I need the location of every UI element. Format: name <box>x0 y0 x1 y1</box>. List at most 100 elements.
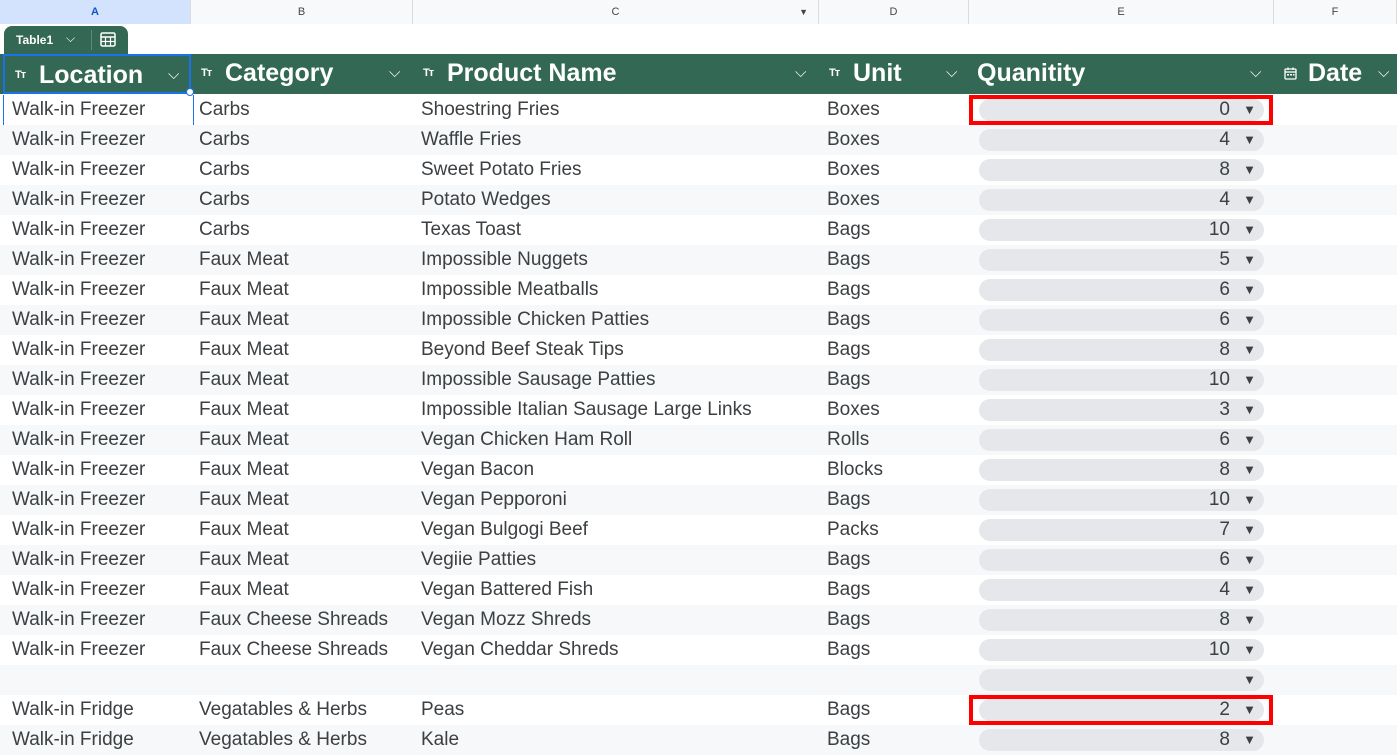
unit-cell[interactable]: Bags <box>827 695 967 725</box>
unit-cell[interactable]: Boxes <box>827 95 967 125</box>
category-cell[interactable]: Carbs <box>199 185 411 215</box>
quantity-dropdown[interactable]: 6 ▼ <box>979 549 1264 571</box>
date-cell[interactable] <box>1282 485 1394 515</box>
location-cell[interactable]: Walk-in Freezer <box>12 455 188 485</box>
quantity-dropdown[interactable]: 6 ▼ <box>979 429 1264 451</box>
date-cell[interactable] <box>1282 155 1394 185</box>
unit-cell[interactable]: Boxes <box>827 395 967 425</box>
quantity-dropdown[interactable]: 4 ▼ <box>979 129 1264 151</box>
quantity-dropdown[interactable]: 8 ▼ <box>979 729 1264 751</box>
date-cell[interactable] <box>1282 575 1394 605</box>
date-cell[interactable] <box>1282 725 1394 755</box>
product-cell[interactable]: Vegiie Patties <box>421 545 817 575</box>
category-cell[interactable]: Faux Meat <box>199 305 411 335</box>
location-cell[interactable]: Walk-in Freezer <box>12 245 188 275</box>
date-cell[interactable] <box>1282 545 1394 575</box>
unit-cell[interactable]: Bags <box>827 275 967 305</box>
quantity-dropdown[interactable]: 8 ▼ <box>979 459 1264 481</box>
table-tab[interactable]: Table1 ⌵ <box>4 26 128 54</box>
category-cell[interactable]: Carbs <box>199 215 411 245</box>
dropdown-arrow-icon[interactable]: ▼ <box>1243 521 1256 539</box>
location-cell[interactable]: Walk-in Freezer <box>12 635 188 665</box>
chevron-down-icon[interactable]: ⌵ <box>168 66 179 83</box>
quantity-dropdown[interactable]: 5 ▼ <box>979 249 1264 271</box>
chevron-down-icon[interactable]: ⌵ <box>946 64 957 81</box>
unit-cell[interactable]: Boxes <box>827 155 967 185</box>
dropdown-arrow-icon[interactable]: ▼ <box>1243 671 1256 689</box>
unit-cell[interactable] <box>827 665 967 695</box>
quantity-dropdown[interactable]: 4 ▼ <box>979 579 1264 601</box>
date-cell[interactable] <box>1282 95 1394 125</box>
date-cell[interactable] <box>1282 185 1394 215</box>
product-cell[interactable]: Texas Toast <box>421 215 817 245</box>
location-cell[interactable]: Walk-in Freezer <box>12 305 188 335</box>
quantity-dropdown[interactable]: 10 ▼ <box>979 489 1264 511</box>
unit-cell[interactable]: Blocks <box>827 455 967 485</box>
product-cell[interactable]: Impossible Chicken Patties <box>421 305 817 335</box>
date-cell[interactable] <box>1282 305 1394 335</box>
quantity-dropdown[interactable]: 6 ▼ <box>979 309 1264 331</box>
location-cell[interactable]: Walk-in Freezer <box>12 575 188 605</box>
dropdown-arrow-icon[interactable]: ▼ <box>1243 491 1256 509</box>
category-cell[interactable]: Faux Meat <box>199 395 411 425</box>
product-cell[interactable]: Impossible Sausage Patties <box>421 365 817 395</box>
product-cell[interactable]: Vegan Pepporoni <box>421 485 817 515</box>
product-cell[interactable]: Impossible Nuggets <box>421 245 817 275</box>
unit-cell[interactable]: Boxes <box>827 185 967 215</box>
unit-cell[interactable]: Bags <box>827 305 967 335</box>
product-cell[interactable]: Impossible Italian Sausage Large Links <box>421 395 817 425</box>
location-cell[interactable]: Walk-in Freezer <box>12 185 188 215</box>
category-cell[interactable]: Faux Meat <box>199 515 411 545</box>
dropdown-arrow-icon[interactable]: ▼ <box>1243 371 1256 389</box>
unit-cell[interactable]: Bags <box>827 365 967 395</box>
product-cell[interactable] <box>421 665 817 695</box>
dropdown-arrow-icon[interactable]: ▼ <box>1243 581 1256 599</box>
column-letter-a[interactable]: A <box>0 0 191 24</box>
quantity-dropdown[interactable]: 8 ▼ <box>979 339 1264 361</box>
date-cell[interactable] <box>1282 665 1394 695</box>
location-cell[interactable] <box>12 665 188 695</box>
category-cell[interactable]: Faux Cheese Shreads <box>199 635 411 665</box>
date-cell[interactable] <box>1282 455 1394 485</box>
dropdown-arrow-icon[interactable]: ▼ <box>1243 431 1256 449</box>
header-category[interactable]: Tт Category ⌵ <box>191 54 413 94</box>
header-quanitity[interactable]: Quanitity ⌵ <box>969 54 1274 94</box>
location-cell[interactable]: Walk-in Freezer <box>12 605 188 635</box>
dropdown-arrow-icon[interactable]: ▼ <box>1243 131 1256 149</box>
column-letter-c[interactable]: C ▼ <box>413 0 819 24</box>
date-cell[interactable] <box>1282 245 1394 275</box>
quantity-dropdown[interactable]: 10 ▼ <box>979 639 1264 661</box>
header-product-name[interactable]: Tт Product Name ⌵ <box>413 54 819 94</box>
category-cell[interactable]: Carbs <box>199 155 411 185</box>
column-menu-icon[interactable]: ▼ <box>799 0 808 24</box>
column-letter-e[interactable]: E <box>969 0 1274 24</box>
dropdown-arrow-icon[interactable]: ▼ <box>1243 161 1256 179</box>
location-cell[interactable]: Walk-in Fridge <box>12 695 188 725</box>
category-cell[interactable]: Carbs <box>199 125 411 155</box>
date-cell[interactable] <box>1282 395 1394 425</box>
product-cell[interactable]: Vegan Cheddar Shreds <box>421 635 817 665</box>
product-cell[interactable]: Beyond Beef Steak Tips <box>421 335 817 365</box>
quantity-dropdown[interactable]: 6 ▼ <box>979 279 1264 301</box>
table-view-icon[interactable] <box>100 32 116 47</box>
quantity-dropdown[interactable]: 8 ▼ <box>979 609 1264 631</box>
column-letter-d[interactable]: D <box>819 0 969 24</box>
date-cell[interactable] <box>1282 335 1394 365</box>
location-cell[interactable]: Walk-in Freezer <box>12 425 188 455</box>
product-cell[interactable]: Shoestring Fries <box>421 95 817 125</box>
location-cell[interactable]: Walk-in Freezer <box>12 125 188 155</box>
quantity-dropdown[interactable]: ▼ <box>979 669 1264 691</box>
unit-cell[interactable]: Bags <box>827 485 967 515</box>
date-cell[interactable] <box>1282 425 1394 455</box>
location-cell[interactable]: Walk-in Freezer <box>12 395 188 425</box>
category-cell[interactable]: Vegatables & Herbs <box>199 695 411 725</box>
category-cell[interactable]: Carbs <box>199 95 411 125</box>
unit-cell[interactable]: Bags <box>827 545 967 575</box>
location-cell[interactable]: Walk-in Freezer <box>12 365 188 395</box>
date-cell[interactable] <box>1282 275 1394 305</box>
location-cell[interactable]: Walk-in Freezer <box>12 275 188 305</box>
category-cell[interactable]: Faux Meat <box>199 455 411 485</box>
unit-cell[interactable]: Bags <box>827 245 967 275</box>
location-cell[interactable]: Walk-in Fridge <box>12 725 188 755</box>
chevron-down-icon[interactable]: ⌵ <box>389 64 400 81</box>
